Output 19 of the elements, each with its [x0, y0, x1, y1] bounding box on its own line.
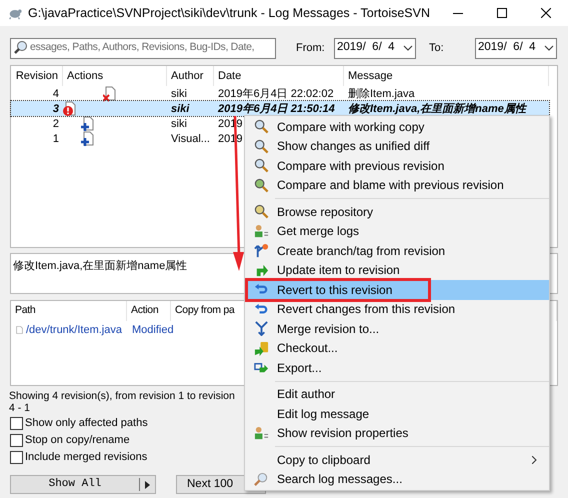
author-cell: siki [171, 103, 190, 115]
revision-cell-text: 1 [52, 132, 59, 147]
from-label: From: [296, 40, 326, 56]
author-cell: siki [171, 118, 187, 130]
revision-cell-text: 3 [52, 102, 59, 117]
message-cell: 删除Item.java [348, 88, 415, 100]
message-cell: 修改Item.java,在里面新增name属性 [348, 103, 526, 115]
window-title: G:\javaPractice\SVNProject\siki\dev\trunk - Log Messages - TortoiseSVN [28, 4, 430, 22]
message-text: 修改Item.java,在里面新增name属性 [13, 260, 188, 272]
date-cell: 2019年6月4日 22:02:02 [218, 88, 334, 100]
action-cell: Modified [132, 324, 174, 336]
revision-cell-text: 2 [52, 117, 59, 132]
path-cell-text: /dev/trunk/Item.java [26, 322, 122, 338]
status-text: Showing 4 revision(s), from revision 1 to revision 4 - 1 [9, 390, 236, 414]
author-cell: siki [171, 88, 187, 100]
date-cell: 2019年6月4日 21:50:14 [218, 103, 335, 115]
to-label: To: [429, 40, 445, 56]
revision-cell-text: 4 [52, 87, 59, 102]
author-cell: Visual... [171, 133, 210, 145]
